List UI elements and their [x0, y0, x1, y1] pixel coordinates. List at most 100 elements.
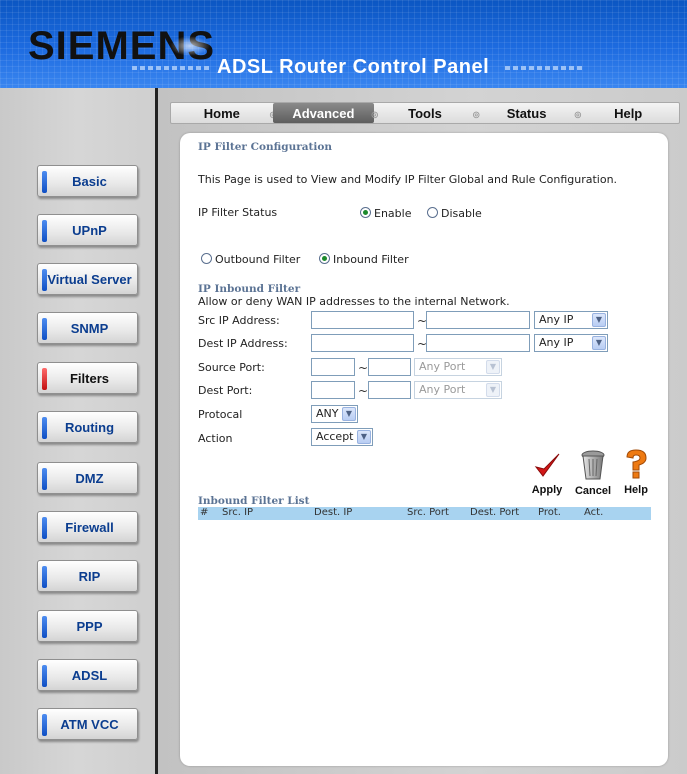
column-header: Dest. IP: [314, 507, 353, 518]
cancel-button[interactable]: Cancel: [571, 449, 615, 497]
sidebar-item-label: Routing: [64, 419, 115, 435]
src-ip-select[interactable]: Any IP ▼: [534, 311, 608, 329]
column-header: Src. IP: [222, 507, 254, 518]
help-button[interactable]: Help: [618, 448, 654, 496]
radio-empty-icon: [427, 207, 438, 218]
header-dots-left: [132, 66, 209, 72]
tab-label: Help: [614, 105, 643, 121]
tab-status[interactable]: Status ◎: [476, 103, 582, 123]
nav-indicator: [42, 517, 47, 539]
sidebar-item-firewall[interactable]: Firewall: [37, 511, 138, 543]
ip-filter-status-label: IP Filter Status: [198, 206, 278, 219]
sidebar-item-rip[interactable]: RIP: [37, 560, 138, 592]
dest-port-end-input[interactable]: [368, 381, 411, 399]
sidebar-item-label: ADSL: [71, 667, 108, 683]
sidebar-item-dmz[interactable]: DMZ: [37, 462, 138, 494]
sidebar-item-label: Basic: [72, 173, 107, 189]
action-label: Action: [198, 432, 233, 445]
inbound-filter-label: Inbound Filter: [333, 253, 409, 266]
disable-radio[interactable]: Disable: [427, 207, 482, 220]
sidebar-item-routing[interactable]: Routing: [37, 411, 138, 443]
logo-swoosh: [170, 36, 210, 56]
inbound-filter-list-heading: Inbound Filter List: [198, 495, 310, 507]
nav-indicator: [42, 171, 47, 193]
radio-empty-icon: [201, 253, 212, 264]
select-value: ANY: [316, 407, 339, 420]
nav-indicator: [42, 417, 47, 439]
dest-port-select[interactable]: Any Port ▼: [414, 381, 502, 399]
range-tilde: ~: [358, 384, 369, 398]
sidebar-item-label: Virtual Server: [47, 271, 132, 287]
filter-list-header: # Src. IP Dest. IP Src. Port Dest. Port …: [198, 507, 651, 520]
sidebar-item-label: RIP: [78, 568, 101, 584]
sidebar-item-snmp[interactable]: SNMP: [37, 312, 138, 344]
column-header: Src. Port: [407, 507, 449, 518]
sidebar-item-filters[interactable]: Filters: [37, 362, 138, 394]
tab-label: Status: [506, 105, 547, 121]
nav-indicator: [42, 269, 47, 291]
column-header: Dest. Port: [470, 507, 520, 518]
enable-radio[interactable]: Enable: [360, 207, 411, 220]
nav-indicator: [42, 665, 47, 687]
tab-tools[interactable]: Tools ◎: [374, 103, 480, 123]
src-ip-start-input[interactable]: [311, 311, 414, 329]
disable-label: Disable: [441, 207, 482, 220]
action-select[interactable]: Accept ▼: [311, 428, 373, 446]
outbound-filter-label: Outbound Filter: [215, 253, 301, 266]
nav-indicator: [42, 318, 47, 340]
chevron-down-icon: ▼: [357, 430, 371, 444]
inbound-filter-radio[interactable]: Inbound Filter: [319, 253, 409, 266]
tab-label: Tools: [408, 105, 442, 121]
source-port-select[interactable]: Any Port ▼: [414, 358, 502, 376]
source-port-start-input[interactable]: [311, 358, 355, 376]
src-ip-end-input[interactable]: [426, 311, 530, 329]
dest-ip-end-input[interactable]: [426, 334, 530, 352]
chevron-down-icon: ▼: [342, 407, 356, 421]
tab-help[interactable]: Help: [577, 103, 679, 123]
nav-indicator: [42, 468, 47, 490]
sidebar-item-atm-vcc[interactable]: ATM VCC: [37, 708, 138, 740]
cancel-label: Cancel: [574, 485, 612, 497]
sidebar-item-virtual-server[interactable]: Virtual Server: [37, 263, 138, 295]
tab-label: Advanced: [292, 105, 355, 121]
select-value: Any Port: [419, 383, 466, 396]
select-value: Any Port: [419, 360, 466, 373]
sidebar-item-ppp[interactable]: PPP: [37, 610, 138, 642]
source-port-label: Source Port:: [198, 361, 265, 374]
dest-ip-select[interactable]: Any IP ▼: [534, 334, 608, 352]
sidebar-item-label: PPP: [76, 618, 103, 634]
sidebar-item-basic[interactable]: Basic: [37, 165, 138, 197]
header-banner: SIEMENS ADSL Router Control Panel: [0, 0, 687, 88]
sidebar-item-label: DMZ: [75, 470, 104, 486]
nav-indicator: [42, 714, 47, 736]
panel-title: ADSL Router Control Panel: [217, 56, 490, 78]
sidebar-item-upnp[interactable]: UPnP: [37, 214, 138, 246]
apply-button[interactable]: Apply: [527, 452, 567, 496]
page-title: IP Filter Configuration: [198, 141, 333, 153]
select-value: Any IP: [539, 336, 574, 349]
sidebar-item-label: ATM VCC: [60, 716, 119, 732]
tab-advanced[interactable]: Advanced ◎: [272, 103, 378, 123]
nav-indicator: [42, 616, 47, 638]
tab-label: Home: [203, 105, 240, 121]
src-ip-label: Src IP Address:: [198, 314, 280, 327]
dest-ip-start-input[interactable]: [311, 334, 414, 352]
protocol-select[interactable]: ANY ▼: [311, 405, 358, 423]
outbound-filter-radio[interactable]: Outbound Filter: [201, 253, 300, 266]
inbound-filter-description: Allow or deny WAN IP addresses to the in…: [198, 295, 510, 308]
radio-selected-icon: [319, 253, 330, 264]
sidebar-item-adsl[interactable]: ADSL: [37, 659, 138, 691]
nav-indicator-active: [42, 368, 47, 390]
dest-port-start-input[interactable]: [311, 381, 355, 399]
source-port-end-input[interactable]: [368, 358, 411, 376]
column-header: #: [200, 507, 209, 518]
column-header: Act.: [584, 507, 604, 518]
chevron-down-icon: ▼: [486, 360, 500, 374]
column-header: Prot.: [538, 507, 561, 518]
top-tab-bar: Home◎ Advanced◎ Tools◎ Status◎ Help: [170, 102, 680, 124]
chevron-down-icon: ▼: [486, 383, 500, 397]
enable-label: Enable: [374, 207, 412, 220]
sidebar-item-label: UPnP: [72, 222, 107, 238]
tab-home[interactable]: Home◎: [171, 103, 277, 123]
select-value: Any IP: [539, 313, 574, 326]
